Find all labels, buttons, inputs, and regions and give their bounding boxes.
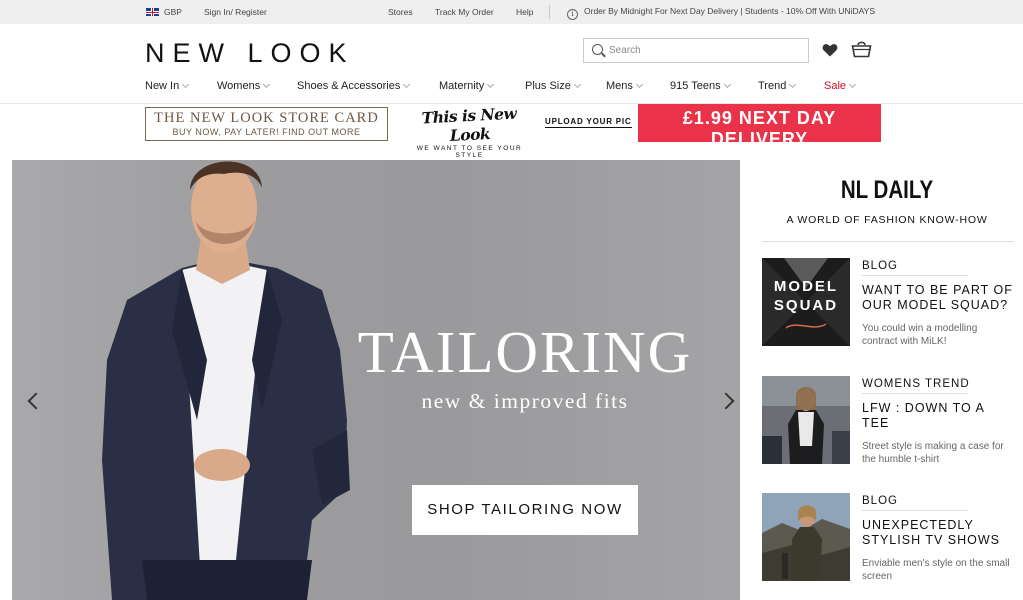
nl-daily-subtitle: A WORLD OF FASHION KNOW-HOW <box>786 214 988 226</box>
tv-shows-thumbnail <box>762 493 850 581</box>
nav-item-trend[interactable]: Trend <box>758 80 797 92</box>
chevron-down-icon <box>635 80 643 89</box>
nav-label: Sale <box>824 80 847 92</box>
this-is-subtitle: WE WANT TO SEE YOUR STYLE <box>416 145 523 159</box>
utility-bar: GBP Sign In/ Register Stores Track My Or… <box>0 0 1023 24</box>
chevron-down-icon <box>723 80 731 89</box>
nav-label: Maternity <box>439 80 485 92</box>
heart-icon[interactable] <box>822 42 838 58</box>
nav-label: Mens <box>606 80 633 92</box>
logo[interactable]: NEW LOOK <box>145 38 355 69</box>
currency-label: GBP <box>164 7 182 17</box>
article-category: WOMENS TREND <box>862 378 969 394</box>
delivery-promo-text: Order By Midnight For Next Day Delivery … <box>584 6 875 16</box>
help-link[interactable]: Help <box>516 7 533 17</box>
nl-daily-title[interactable]: NL DAILY <box>783 176 991 205</box>
article-description: Enviable men's style on the small screen <box>862 558 1010 582</box>
nav-label: Womens <box>217 80 261 92</box>
nav-item-915-teens[interactable]: 915 Teens <box>670 80 731 92</box>
uk-flag-icon <box>146 8 159 16</box>
store-card-banner[interactable]: THE NEW LOOK STORE CARD BUY NOW, PAY LAT… <box>145 107 388 141</box>
chevron-down-icon <box>487 80 495 89</box>
hero-subtitle: new & improved fits <box>421 389 629 413</box>
nav-item-plus-size[interactable]: Plus Size <box>525 80 581 92</box>
search-placeholder: Search <box>609 45 641 56</box>
article-headline[interactable]: LFW : DOWN TO A TEE <box>862 401 1014 431</box>
store-card-title: THE NEW LOOK STORE CARD <box>154 110 379 126</box>
delivery-subtitle: LIMITED TIME ONLY <box>717 151 802 158</box>
info-icon: i <box>567 9 578 20</box>
article-description: Street style is making a case for the hu… <box>862 441 1004 465</box>
thumb-text-squad: SQUAD <box>774 297 838 314</box>
main-nav: New In Womens Shoes & Accessories Matern… <box>0 78 1023 104</box>
carousel-next-icon[interactable] <box>717 392 735 410</box>
search-icon <box>592 44 603 55</box>
hero-banner[interactable]: TAILORING new & improved fits SHOP TAILO… <box>12 160 740 600</box>
stores-link[interactable]: Stores <box>388 7 413 17</box>
article-category: BLOG <box>862 260 968 276</box>
carousel-prev-icon[interactable] <box>27 392 45 410</box>
nav-label: Shoes & Accessories <box>297 80 401 92</box>
nav-item-sale[interactable]: Sale <box>824 80 857 92</box>
article-card[interactable]: MODEL SQUAD BLOG WANT TO BE PART OF OUR … <box>762 258 1014 350</box>
nav-label: Trend <box>758 80 787 92</box>
nav-item-shoes-accessories[interactable]: Shoes & Accessories <box>297 80 411 92</box>
delivery-banner[interactable]: £1.99 NEXT DAY DELIVERY LIMITED TIME ONL… <box>638 104 881 158</box>
nav-label: Plus Size <box>525 80 571 92</box>
article-headline[interactable]: UNEXPECTEDLY STYLISH TV SHOWS <box>862 518 1014 548</box>
sign-in-link[interactable]: Sign In/ Register <box>204 7 267 17</box>
delivery-title: £1.99 NEXT DAY DELIVERY <box>682 108 837 149</box>
article-card[interactable]: BLOG UNEXPECTEDLY STYLISH TV SHOWS Envia… <box>762 493 1014 585</box>
delivery-promo[interactable]: i Order By Midnight For Next Day Delivery… <box>567 6 875 20</box>
nav-item-womens[interactable]: Womens <box>217 80 271 92</box>
model-squad-thumbnail: MODEL SQUAD <box>762 258 850 346</box>
chevron-down-icon <box>573 80 581 89</box>
lfw-street-style-thumbnail <box>762 376 850 464</box>
thumb-text-model: MODEL <box>774 278 838 295</box>
article-headline[interactable]: WANT TO BE PART OF OUR MODEL SQUAD? <box>862 283 1014 313</box>
track-order-link[interactable]: Track My Order <box>435 7 494 17</box>
nav-label: 915 Teens <box>670 80 721 92</box>
this-is-new-look-banner[interactable]: This is New Look WE WANT TO SEE YOUR STY… <box>402 104 537 159</box>
nav-label: New In <box>145 80 180 92</box>
nav-item-maternity[interactable]: Maternity <box>439 80 495 92</box>
divider <box>549 5 550 19</box>
shop-tailoring-button[interactable]: SHOP TAILORING NOW <box>412 485 638 535</box>
chevron-down-icon <box>789 80 797 89</box>
article-category: BLOG <box>862 495 968 511</box>
upload-pic-link[interactable]: UPLOAD YOUR PIC <box>545 117 632 128</box>
hero-title: TAILORING <box>357 319 693 385</box>
currency-selector[interactable]: GBP <box>146 7 182 17</box>
store-card-subtitle: BUY NOW, PAY LATER! FIND OUT MORE <box>172 127 361 137</box>
shopping-bag-icon[interactable] <box>851 40 872 58</box>
search-input[interactable]: Search <box>583 38 809 63</box>
chevron-down-icon <box>848 80 857 89</box>
chevron-down-icon <box>263 80 271 89</box>
divider <box>762 241 1014 242</box>
nav-item-mens[interactable]: Mens <box>606 80 643 92</box>
article-description: You could win a modelling contract with … <box>862 323 978 347</box>
hero-model-image <box>102 161 350 600</box>
chevron-down-icon <box>403 80 411 89</box>
nav-item-new-in[interactable]: New In <box>145 80 190 92</box>
chevron-down-icon <box>182 80 190 89</box>
article-card[interactable]: WOMENS TREND LFW : DOWN TO A TEE Street … <box>762 376 1014 468</box>
this-is-new-look-logo: This is New Look <box>421 103 517 146</box>
